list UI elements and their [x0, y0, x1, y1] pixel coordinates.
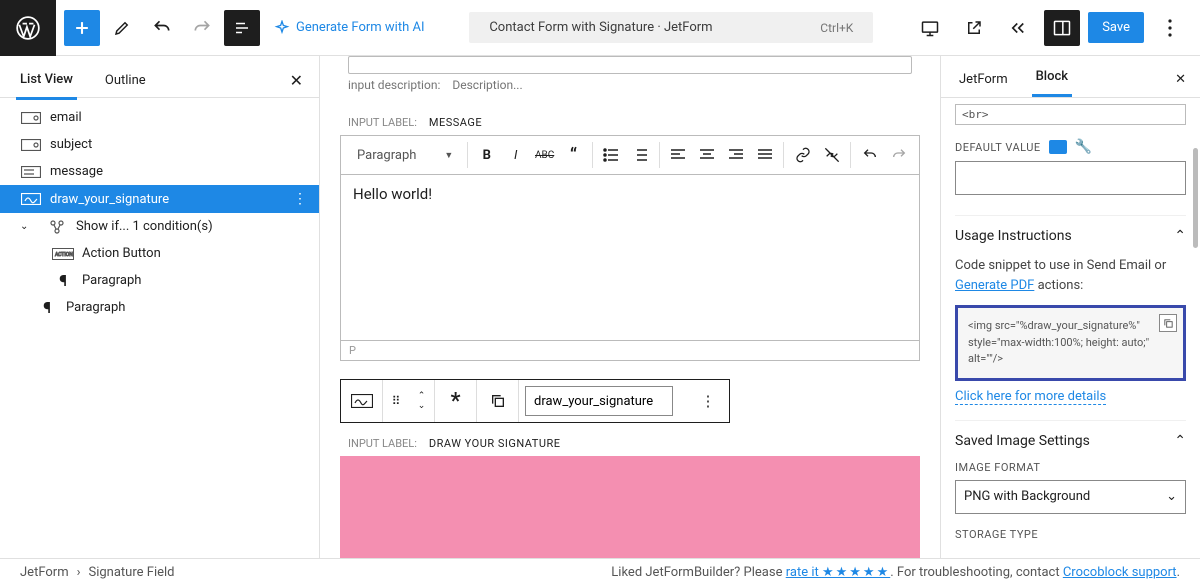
default-value-input[interactable] — [955, 161, 1186, 195]
image-format-select[interactable]: PNG with Background⌄ — [955, 480, 1186, 514]
chevron-up-icon: ⌃ — [1174, 228, 1186, 244]
chevron-up-icon: ⌃ — [1174, 433, 1186, 449]
shortcut-label: Ctrl+K — [820, 21, 853, 35]
view-desktop-icon[interactable] — [912, 10, 948, 46]
copy-button[interactable] — [477, 380, 519, 422]
storage-type-label: STORAGE TYPE — [955, 528, 1186, 541]
tree-item-action-button[interactable]: ACTIONAction Button — [0, 240, 319, 267]
generate-pdf-link[interactable]: Generate PDF — [955, 278, 1034, 293]
rate-link[interactable]: rate it ★★★★★ — [786, 565, 891, 580]
copy-code-button[interactable] — [1159, 314, 1177, 332]
crumb-jetform[interactable]: JetForm — [20, 565, 69, 580]
default-value-label: DEFAULT VALUE — [955, 141, 1041, 154]
paragraph-dropdown[interactable]: Paragraph▼ — [347, 144, 463, 167]
caret-down-icon[interactable]: ⌄ — [20, 221, 38, 232]
redo-editor-button[interactable] — [884, 140, 913, 170]
breadcrumb: JetForm › Signature Field — [20, 565, 175, 580]
redo-button[interactable] — [184, 10, 220, 46]
block-more-button[interactable]: ⋮ — [687, 380, 729, 422]
italic-button[interactable]: I — [501, 140, 530, 170]
image-format-label: IMAGE FORMAT — [955, 461, 1186, 474]
close-settings-button[interactable]: ✕ — [1175, 72, 1186, 97]
edit-icon[interactable] — [104, 10, 140, 46]
crumb-signature[interactable]: Signature Field — [89, 565, 175, 580]
bullet-list-button[interactable] — [597, 140, 626, 170]
save-button[interactable]: Save — [1088, 12, 1144, 43]
document-title[interactable]: Contact Form with Signature · JetForm Ct… — [469, 12, 873, 43]
saved-image-panel-toggle[interactable]: Saved Image Settings⌃ — [955, 420, 1186, 461]
strikethrough-button[interactable]: ABC — [530, 140, 559, 170]
richtext-path: P — [340, 341, 920, 361]
tree-item-paragraph[interactable]: ¶Paragraph — [0, 294, 319, 321]
tree-item-message[interactable]: message — [0, 158, 319, 185]
tab-outline[interactable]: Outline — [101, 63, 150, 98]
collapse-icon[interactable] — [1000, 10, 1036, 46]
tree-item-email[interactable]: email — [0, 104, 319, 131]
document-overview-button[interactable] — [224, 10, 260, 46]
numbered-list-button[interactable] — [626, 140, 655, 170]
block-floating-toolbar: ⠿ ⌃⌄ * ⋮ — [340, 379, 730, 423]
align-right-button[interactable] — [722, 140, 751, 170]
list-view-panel: List View Outline ✕ email subject messag… — [0, 56, 320, 586]
settings-panel: JetForm Block ✕ <br> DEFAULT VALUE 🔧 Usag… — [940, 56, 1200, 586]
wordpress-logo[interactable] — [0, 0, 56, 56]
topbar: Generate Form with AI Contact Form with … — [0, 0, 1200, 56]
usage-text: Code snippet to use in Send Email or Gen… — [955, 256, 1186, 295]
code-snippet: <img src="%draw_your_signature%" style="… — [955, 305, 1186, 381]
code-preview: <br> — [955, 104, 1186, 125]
align-center-button[interactable] — [693, 140, 722, 170]
tree-item-more-icon[interactable]: ⋮ — [293, 191, 307, 207]
close-panel-button[interactable]: ✕ — [290, 71, 303, 90]
field-box[interactable] — [348, 56, 912, 74]
sidebar-toggle-button[interactable] — [1044, 10, 1080, 46]
align-left-button[interactable] — [664, 140, 693, 170]
tree-item-conditional[interactable]: ⌄Show if... 1 condition(s) — [0, 213, 319, 240]
wrench-icon[interactable]: 🔧 — [1075, 139, 1093, 155]
add-block-button[interactable] — [64, 10, 100, 46]
tab-list-view[interactable]: List View — [16, 62, 77, 100]
blockquote-button[interactable]: “ — [559, 140, 588, 170]
bold-button[interactable]: B — [472, 140, 501, 170]
ai-label: Generate Form with AI — [296, 20, 425, 35]
support-link[interactable]: Crocoblock support — [1063, 565, 1177, 580]
more-options-icon[interactable] — [1152, 10, 1188, 46]
more-details-link[interactable]: Click here for more details — [955, 389, 1106, 405]
description-placeholder[interactable]: Description... — [452, 78, 522, 92]
caret-down-icon: ▼ — [444, 150, 453, 161]
tree-item-paragraph[interactable]: ¶Paragraph — [0, 267, 319, 294]
svg-text:ACTION: ACTION — [55, 252, 73, 258]
richtext-toolbar: Paragraph▼ B I ABC “ — [340, 135, 920, 175]
tab-block[interactable]: Block — [1032, 59, 1072, 97]
tab-jetform[interactable]: JetForm — [955, 62, 1012, 97]
tree-item-subject[interactable]: subject — [0, 131, 319, 158]
move-arrows[interactable]: ⌃⌄ — [409, 380, 435, 422]
align-justify-button[interactable] — [751, 140, 780, 170]
block-tree: email subject message draw_your_signatur… — [0, 98, 319, 327]
drag-handle-icon[interactable]: ⠿ — [383, 380, 409, 422]
generate-ai-button[interactable]: Generate Form with AI — [264, 14, 435, 42]
scrollbar-thumb[interactable] — [1193, 148, 1198, 248]
field-name-input[interactable] — [525, 386, 673, 416]
undo-button[interactable] — [144, 10, 180, 46]
undo-editor-button[interactable] — [855, 140, 884, 170]
usage-panel-toggle[interactable]: Usage Instructions⌃ — [955, 215, 1186, 256]
footer-bar: JetForm › Signature Field Liked JetFormB… — [0, 558, 1200, 586]
block-type-icon[interactable] — [341, 380, 383, 422]
asterisk-button[interactable]: * — [435, 380, 477, 422]
richtext-body[interactable]: Hello world! — [340, 175, 920, 341]
chevron-down-icon: ⌄ — [1166, 489, 1177, 504]
external-link-icon[interactable] — [956, 10, 992, 46]
link-button[interactable] — [788, 140, 817, 170]
editor-canvas: input description:Description... INPUT L… — [320, 56, 940, 586]
tree-item-signature[interactable]: draw_your_signature⋮ — [0, 185, 319, 213]
unlink-button[interactable] — [817, 140, 846, 170]
database-icon[interactable] — [1049, 140, 1067, 154]
